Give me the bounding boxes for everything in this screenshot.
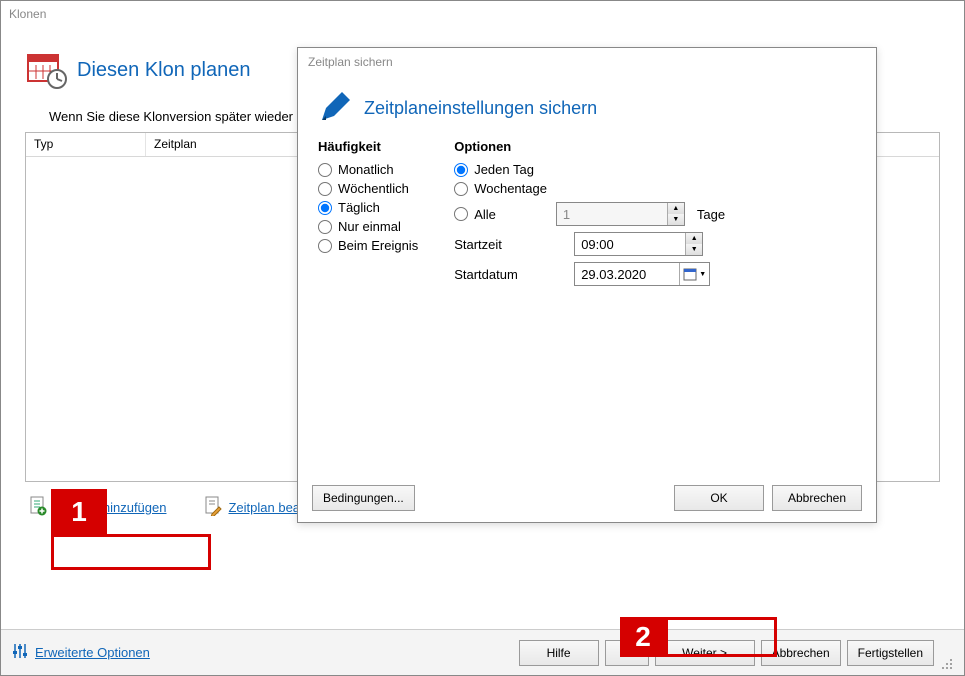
interval-unit: Tage (697, 207, 725, 222)
window-title: Klonen (1, 1, 964, 27)
main-window: Klonen Diesen Klon planen Wenn Sie diese… (0, 0, 965, 676)
help-button[interactable]: Hilfe (519, 640, 599, 666)
freq-weekly-label: Wöchentlich (338, 181, 409, 196)
calendar-dropdown-icon[interactable]: ▼ (679, 263, 709, 285)
document-plus-icon (29, 496, 47, 519)
start-date-input[interactable] (575, 263, 679, 285)
dialog-footer: Bedingungen... OK Abbrechen (298, 472, 876, 522)
freq-weekly[interactable]: Wöchentlich (318, 181, 418, 196)
freq-daily[interactable]: Täglich (318, 200, 418, 215)
opt-every[interactable]: Alle (454, 207, 496, 222)
calendar-clock-icon (25, 49, 67, 91)
opt-everyday[interactable]: Jeden Tag (454, 162, 725, 177)
options-column: Optionen Jeden Tag Wochentage Alle ▲▼ Ta… (454, 139, 725, 292)
page-title: Diesen Klon planen (77, 59, 250, 82)
freq-event[interactable]: Beim Ereignis (318, 238, 418, 253)
dialog-heading-row: Zeitplaneinstellungen sichern (318, 90, 856, 127)
col-typ[interactable]: Typ (26, 133, 146, 156)
dialog-title: Zeitplan sichern (298, 48, 876, 76)
opt-weekdays[interactable]: Wochentage (454, 181, 725, 196)
start-time-spinner[interactable]: ▲▼ (574, 232, 703, 256)
start-date-row: Startdatum ▼ (454, 262, 725, 286)
pencil-icon (318, 90, 352, 127)
spin-down-icon[interactable]: ▼ (668, 214, 684, 225)
start-time-input[interactable] (575, 233, 685, 255)
start-time-row: Startzeit ▲▼ (454, 232, 725, 256)
callout-box-1 (51, 534, 211, 570)
dialog-heading: Zeitplaneinstellungen sichern (364, 98, 597, 119)
dialog-cancel-button[interactable]: Abbrechen (772, 485, 862, 511)
opt-every-label: Alle (474, 207, 496, 222)
resize-grip-icon[interactable] (940, 657, 954, 671)
opt-every-n: Alle ▲▼ Tage (454, 202, 725, 226)
freq-once[interactable]: Nur einmal (318, 219, 418, 234)
freq-daily-label: Täglich (338, 200, 380, 215)
sliders-icon (11, 642, 29, 663)
callout-marker-1: 1 (51, 489, 107, 535)
start-date-picker[interactable]: ▼ (574, 262, 710, 286)
conditions-button[interactable]: Bedingungen... (312, 485, 415, 511)
callout-marker-2: 2 (620, 617, 666, 657)
callout-box-2 (665, 617, 777, 657)
interval-spinner[interactable]: ▲▼ (556, 202, 685, 226)
freq-event-label: Beim Ereignis (338, 238, 418, 253)
schedule-dialog: Zeitplan sichern Zeitplaneinstellungen s… (297, 47, 877, 523)
col-zeitplan[interactable]: Zeitplan (146, 133, 306, 156)
frequency-column: Häufigkeit Monatlich Wöchentlich Täglich… (318, 139, 418, 292)
dialog-columns: Häufigkeit Monatlich Wöchentlich Täglich… (318, 139, 856, 292)
opt-everyday-label: Jeden Tag (474, 162, 534, 177)
freq-monthly[interactable]: Monatlich (318, 162, 418, 177)
opt-weekdays-label: Wochentage (474, 181, 547, 196)
frequency-label: Häufigkeit (318, 139, 418, 154)
start-date-label: Startdatum (454, 267, 534, 282)
interval-input[interactable] (557, 203, 667, 225)
wizard-footer: Erweiterte Optionen Hilfe < Weiter > Abb… (1, 629, 964, 675)
start-time-label: Startzeit (454, 237, 534, 252)
options-label: Optionen (454, 139, 725, 154)
spin-up-icon[interactable]: ▲ (668, 203, 684, 214)
document-edit-icon (204, 496, 222, 519)
spin-up-icon[interactable]: ▲ (686, 233, 702, 244)
finish-button[interactable]: Fertigstellen (847, 640, 934, 666)
spin-down-icon[interactable]: ▼ (686, 244, 702, 255)
footer-left: Erweiterte Optionen (11, 642, 150, 663)
ok-button[interactable]: OK (674, 485, 764, 511)
advanced-options-link[interactable]: Erweiterte Optionen (35, 645, 150, 660)
freq-once-label: Nur einmal (338, 219, 401, 234)
dialog-body: Zeitplaneinstellungen sichern Häufigkeit… (298, 76, 876, 472)
freq-monthly-label: Monatlich (338, 162, 394, 177)
